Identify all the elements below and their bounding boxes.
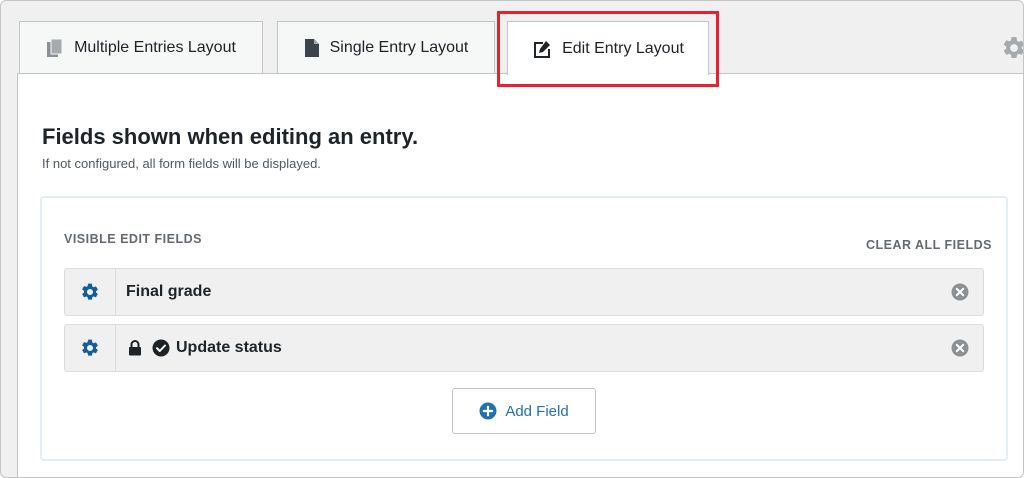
field-row[interactable]: Final grade [64,268,984,316]
tab-multiple-entries-layout[interactable]: Multiple Entries Layout [19,21,263,73]
remove-field-icon[interactable] [951,339,969,362]
tab-label: Single Entry Layout [329,38,469,56]
clear-all-fields-link[interactable]: CLEAR ALL FIELDS [866,238,992,252]
app-frame: Multiple Entries Layout Single Entry Lay… [0,0,1024,478]
check-circle-icon [152,339,170,357]
add-field-label: Add Field [505,402,569,420]
field-label: Update status [176,339,282,356]
tab-edit-entry-layout[interactable]: Edit Entry Layout [507,21,709,75]
document-icon [304,38,320,58]
field-row[interactable]: Update status [64,324,984,372]
edit-entry-panel: Fields shown when editing an entry. If n… [17,73,1023,477]
gear-icon[interactable] [1001,35,1023,66]
field-settings-gear-icon[interactable] [65,325,116,371]
lock-icon [128,340,142,356]
page-title: Fields shown when editing an entry. [42,124,419,149]
section-label: VISIBLE EDIT FIELDS [64,232,202,246]
tab-single-entry-layout[interactable]: Single Entry Layout [277,21,495,73]
tab-label: Edit Entry Layout [562,39,684,57]
visible-edit-fields-box: VISIBLE EDIT FIELDS CLEAR ALL FIELDS Fin… [40,196,1008,461]
plus-circle-icon [479,402,497,420]
tab-label: Multiple Entries Layout [74,38,236,56]
page-description: If not configured, all form fields will … [42,156,321,171]
edit-document-icon [532,39,552,59]
documents-icon [46,38,64,58]
remove-field-icon[interactable] [951,283,969,306]
field-label: Final grade [126,283,212,300]
field-settings-gear-icon[interactable] [65,269,116,315]
add-field-button[interactable]: Add Field [452,388,596,434]
